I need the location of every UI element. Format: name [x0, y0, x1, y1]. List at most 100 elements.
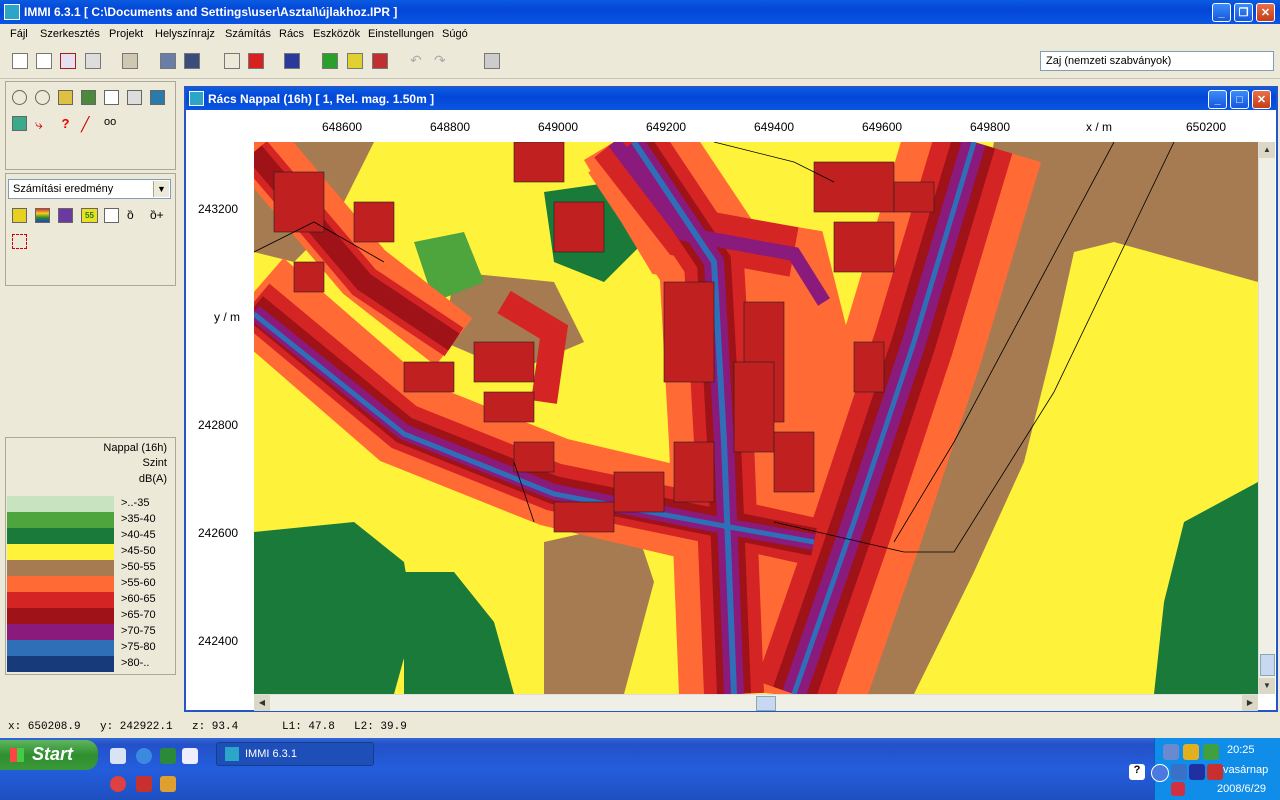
- menu-einstellungen[interactable]: Einstellungen: [368, 28, 434, 40]
- map-minimize-button[interactable]: _: [1208, 90, 1227, 109]
- scroll-up-icon[interactable]: ▲: [1259, 142, 1275, 158]
- start-button[interactable]: Start: [0, 740, 98, 770]
- bluetooth-icon[interactable]: [1189, 764, 1205, 780]
- layout-icon[interactable]: [150, 90, 165, 105]
- 3d-view-icon[interactable]: [284, 53, 300, 69]
- select-area-icon[interactable]: [12, 234, 27, 249]
- vscroll-thumb[interactable]: [1260, 654, 1275, 676]
- legend-item: >50-55: [7, 560, 173, 576]
- open-file-icon[interactable]: [36, 53, 52, 69]
- status-bar: x: 650208.9 y: 242922.1 z: 93.4 L1: 47.8…: [0, 716, 1280, 738]
- calc-result-select[interactable]: Számítási eredmény ▼: [8, 179, 171, 199]
- menu-projekt[interactable]: Projekt: [109, 28, 143, 40]
- hscroll-thumb[interactable]: [756, 696, 776, 711]
- taskbar-app-immi[interactable]: IMMI 6.3.1: [216, 742, 374, 766]
- calculator-icon[interactable]: [484, 53, 500, 69]
- print-small-icon[interactable]: [127, 90, 142, 105]
- legend-label: >60-65: [121, 593, 156, 605]
- menu-eszkozok[interactable]: Eszközök: [313, 28, 360, 40]
- scroll-down-icon[interactable]: ▼: [1259, 678, 1275, 694]
- desktop-icon[interactable]: [110, 748, 126, 764]
- legend-swatch: [7, 560, 114, 576]
- wifi-icon[interactable]: [1203, 744, 1219, 760]
- pdf-icon[interactable]: [136, 776, 152, 792]
- close-button[interactable]: ✕: [1256, 3, 1275, 22]
- grid-points-icon[interactable]: [347, 53, 363, 69]
- noise-map[interactable]: [254, 142, 1258, 694]
- menu-racs[interactable]: Rács: [279, 28, 304, 40]
- legend-item: >70-75: [7, 624, 173, 640]
- usb-icon[interactable]: [1171, 764, 1187, 780]
- tool-b-icon[interactable]: ȍ+: [150, 208, 165, 223]
- y-tick-label: 242600: [198, 526, 239, 540]
- horizontal-scrollbar[interactable]: ◀ ▶: [254, 694, 1258, 711]
- section-icon[interactable]: ⤷: [35, 116, 50, 132]
- noise-map-canvas[interactable]: [254, 142, 1258, 694]
- grid-color-icon[interactable]: [372, 53, 388, 69]
- filter-icon[interactable]: [58, 90, 73, 105]
- y-tick-label: 242400: [198, 634, 239, 648]
- map-close-button[interactable]: ✕: [1252, 90, 1271, 109]
- chart-icon[interactable]: [81, 90, 96, 105]
- legend-item: >..-35: [7, 496, 173, 512]
- tool-a-icon[interactable]: ȍ: [127, 208, 142, 223]
- level-55-icon[interactable]: 55: [81, 208, 98, 223]
- menu-helyszinrajz[interactable]: Helyszínrajz: [155, 28, 215, 40]
- redo-icon[interactable]: ↷: [434, 53, 450, 69]
- app-icon: [4, 4, 20, 20]
- network-icon[interactable]: [1163, 744, 1179, 760]
- undo-icon[interactable]: ↶: [410, 53, 426, 69]
- chevron-down-icon[interactable]: ▼: [153, 181, 169, 197]
- map-maximize-button[interactable]: □: [1230, 90, 1249, 109]
- scroll-left-icon[interactable]: ◀: [254, 695, 270, 711]
- export-icon[interactable]: [184, 53, 200, 69]
- scroll-right-icon[interactable]: ▶: [1242, 695, 1258, 711]
- vertical-scrollbar[interactable]: ▲ ▼: [1258, 142, 1275, 694]
- antivirus-icon[interactable]: [1207, 764, 1223, 780]
- menu-szerkesztes[interactable]: Szerkesztés: [40, 28, 100, 40]
- save-icon[interactable]: [60, 53, 76, 69]
- copy-icon[interactable]: [104, 90, 119, 105]
- shield-icon[interactable]: [1183, 744, 1199, 760]
- new-file-icon[interactable]: [12, 53, 28, 69]
- view-window-icon[interactable]: [160, 53, 176, 69]
- legend-swatch: [7, 608, 114, 624]
- volume-icon[interactable]: [1171, 782, 1185, 796]
- legend-label: >70-75: [121, 625, 156, 637]
- palette-icon[interactable]: [58, 208, 73, 223]
- maximize-button[interactable]: ❐: [1234, 3, 1253, 22]
- calc-result-select-value: Számítási eredmény: [13, 183, 114, 195]
- legend-item: >35-40: [7, 512, 173, 528]
- minimize-button[interactable]: _: [1212, 3, 1231, 22]
- help-tray-icon[interactable]: ?: [1129, 764, 1145, 780]
- calc-grid-icon[interactable]: [322, 53, 338, 69]
- excel-icon[interactable]: [160, 748, 176, 764]
- pen-grid-icon[interactable]: [104, 208, 119, 223]
- x-tick-label: 648800: [430, 120, 471, 134]
- zoom-out-icon[interactable]: [35, 90, 50, 105]
- measure-icon[interactable]: ╱: [81, 116, 96, 132]
- point-icon[interactable]: [224, 53, 240, 69]
- menu-sugo[interactable]: Súgó: [442, 28, 468, 40]
- map-icon[interactable]: [12, 116, 27, 131]
- media-icon[interactable]: [110, 776, 126, 792]
- glasses-icon[interactable]: oo: [104, 116, 119, 131]
- menu-fajl[interactable]: Fájl: [10, 28, 28, 40]
- chevron-left-icon[interactable]: [1151, 764, 1169, 782]
- source-icon[interactable]: [248, 53, 264, 69]
- menu-szamitas[interactable]: Számítás: [225, 28, 271, 40]
- tool-icon[interactable]: [160, 776, 176, 792]
- ie-icon[interactable]: [136, 748, 152, 764]
- edit-tool-icon[interactable]: [122, 53, 138, 69]
- print-icon[interactable]: [85, 53, 101, 69]
- zoom-in-icon[interactable]: [12, 90, 27, 105]
- system-tray: ? 20:25 vasárnap 2008/6/29: [1129, 738, 1280, 800]
- grid-draw-icon[interactable]: [12, 208, 27, 223]
- word-icon[interactable]: [182, 748, 198, 764]
- help-icon[interactable]: ?: [58, 116, 73, 131]
- color-scale-icon[interactable]: [35, 208, 50, 223]
- y-axis: 243200 y / m 242800 242600 242400: [188, 142, 254, 694]
- noise-standard-select[interactable]: Zaj (nemzeti szabványok): [1040, 51, 1274, 71]
- x-tick-label: 649800: [970, 120, 1011, 134]
- menu-bar: Fájl Szerkesztés Projekt Helyszínrajz Sz…: [0, 24, 1280, 45]
